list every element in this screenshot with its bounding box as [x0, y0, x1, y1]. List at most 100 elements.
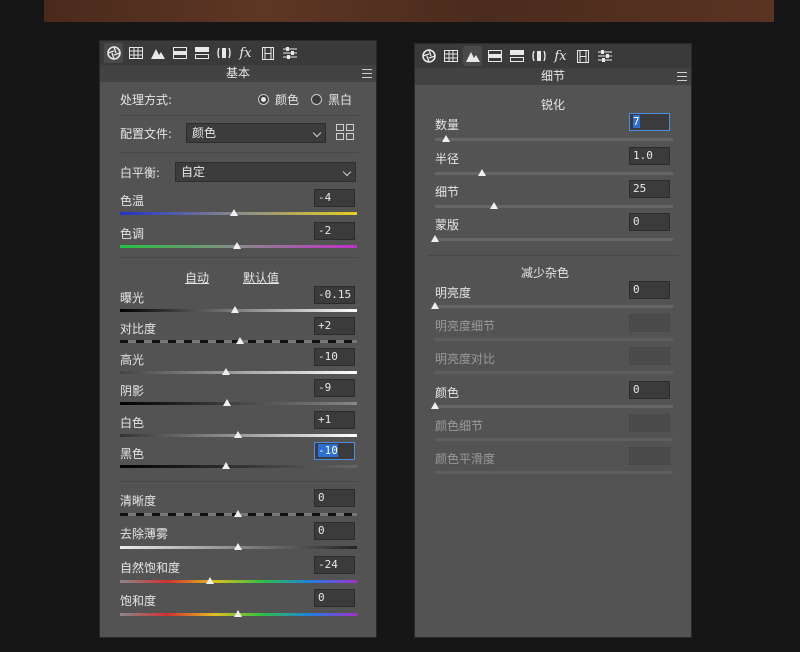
- detail-slider-thumb[interactable]: [490, 202, 498, 209]
- hsl-bars-icon[interactable]: [170, 43, 189, 63]
- whites-input[interactable]: +1: [314, 411, 355, 429]
- amount-input[interactable]: 7: [629, 113, 670, 131]
- detail-input[interactable]: 25: [629, 180, 670, 198]
- presets-sliders-icon[interactable]: [280, 43, 299, 63]
- temp-label: 色温: [120, 194, 145, 208]
- color-detail-slider-track: [435, 438, 673, 441]
- whites-slider-thumb[interactable]: [234, 431, 242, 438]
- treatment-label: 处理方式:: [120, 93, 173, 107]
- auto-link[interactable]: 自动: [185, 269, 209, 286]
- hsl-bars-icon[interactable]: [485, 46, 504, 66]
- masking-slider-thumb[interactable]: [431, 235, 439, 242]
- panel-title-text: 细节: [540, 69, 565, 83]
- color-detail-input: [629, 414, 670, 432]
- color-smoothness-input: [629, 447, 670, 465]
- basic-tab-aperture-icon[interactable]: [419, 46, 438, 66]
- calibration-film-icon[interactable]: [573, 46, 592, 66]
- amount-slider-thumb[interactable]: [442, 135, 450, 142]
- temp-slider-track[interactable]: [120, 212, 357, 215]
- blacks-label: 黑色: [120, 447, 145, 461]
- calibration-film-icon[interactable]: [258, 43, 277, 63]
- highlights-slider-thumb[interactable]: [222, 368, 230, 375]
- detail-slider-track[interactable]: [435, 205, 673, 208]
- divider: [427, 255, 679, 256]
- highlights-input[interactable]: -10: [314, 348, 355, 366]
- profile-select[interactable]: 颜色: [186, 123, 326, 143]
- lens-corrections-icon[interactable]: [529, 46, 548, 66]
- vibrance-input[interactable]: -24: [314, 556, 355, 574]
- contrast-input[interactable]: +2: [314, 317, 355, 335]
- vibrance-slider-thumb[interactable]: [206, 577, 214, 584]
- saturation-input[interactable]: 0: [314, 589, 355, 607]
- exposure-slider-thumb[interactable]: [231, 306, 239, 313]
- blacks-slider-thumb[interactable]: [222, 462, 230, 469]
- temp-input[interactable]: -4: [314, 189, 355, 207]
- highlights-slider-track[interactable]: [120, 371, 357, 374]
- chevron-down-icon: [342, 167, 352, 177]
- default-link[interactable]: 默认值: [243, 269, 279, 286]
- tint-slider-thumb[interactable]: [233, 242, 241, 249]
- blacks-input[interactable]: -10: [314, 442, 355, 460]
- color-smoothness-slider-track: [435, 471, 673, 474]
- vibrance-label: 自然饱和度: [120, 561, 181, 575]
- chevron-down-icon: [312, 128, 322, 138]
- clarity-label: 清晰度: [120, 494, 157, 508]
- tone-curve-grid-icon[interactable]: [126, 43, 145, 63]
- split-toning-icon[interactable]: [192, 43, 211, 63]
- tint-input[interactable]: -2: [314, 222, 355, 240]
- masking-label: 蒙版: [435, 218, 460, 232]
- clarity-slider-thumb[interactable]: [234, 510, 242, 517]
- white-balance-select[interactable]: 自定: [175, 162, 356, 182]
- divider: [118, 115, 358, 116]
- luminance-slider-thumb[interactable]: [431, 302, 439, 309]
- detail-mountain-icon[interactable]: [148, 43, 167, 63]
- treatment-color-label[interactable]: 颜色: [275, 91, 299, 108]
- detail-mountain-icon[interactable]: [463, 46, 482, 66]
- luminance-label: 明亮度: [435, 286, 472, 300]
- presets-sliders-icon[interactable]: [595, 46, 614, 66]
- luminance-contrast-input: [629, 347, 670, 365]
- lens-corrections-icon[interactable]: [214, 43, 233, 63]
- shadows-slider-thumb[interactable]: [223, 399, 231, 406]
- dehaze-slider-thumb[interactable]: [234, 543, 242, 550]
- effects-fx-icon[interactable]: fx: [236, 43, 255, 63]
- divider: [118, 257, 358, 258]
- color-nr-slider-track[interactable]: [435, 405, 673, 408]
- vibrance-slider-track[interactable]: [120, 580, 357, 583]
- panel-menu-icon[interactable]: [362, 69, 372, 78]
- amount-input-value: 7: [633, 115, 640, 128]
- tone-curve-grid-icon[interactable]: [441, 46, 460, 66]
- masking-slider-track[interactable]: [435, 238, 673, 241]
- basic-tab-aperture-icon[interactable]: [104, 43, 123, 63]
- radius-input[interactable]: 1.0: [629, 147, 670, 165]
- exposure-input[interactable]: -0.15: [314, 286, 355, 304]
- luminance-detail-slider-track: [435, 338, 673, 341]
- panel-menu-icon[interactable]: [677, 72, 687, 81]
- contrast-slider-thumb[interactable]: [236, 337, 244, 344]
- temp-slider-thumb[interactable]: [230, 209, 238, 216]
- masking-input[interactable]: 0: [629, 213, 670, 231]
- radius-slider-track[interactable]: [435, 172, 673, 175]
- treatment-color-radio[interactable]: [258, 94, 269, 105]
- radius-slider-thumb[interactable]: [478, 169, 486, 176]
- luminance-slider-track[interactable]: [435, 305, 673, 308]
- detail-panel: fx 细节 锐化 数量 7 半径 1.0 细节 25 蒙版 0 减少杂色 明亮度…: [414, 43, 692, 638]
- treatment-bw-label[interactable]: 黑白: [328, 91, 352, 108]
- luminance-contrast-label: 明亮度对比: [435, 352, 496, 366]
- luminance-input[interactable]: 0: [629, 281, 670, 299]
- color-nr-input[interactable]: 0: [629, 381, 670, 399]
- profile-browser-grid-icon[interactable]: [336, 124, 354, 140]
- split-toning-icon[interactable]: [507, 46, 526, 66]
- tint-label: 色调: [120, 227, 145, 241]
- shadows-slider-track[interactable]: [120, 402, 357, 405]
- color-nr-slider-thumb[interactable]: [431, 402, 439, 409]
- shadows-input[interactable]: -9: [314, 379, 355, 397]
- dehaze-input[interactable]: 0: [314, 522, 355, 540]
- amount-slider-track[interactable]: [435, 138, 673, 141]
- saturation-slider-thumb[interactable]: [234, 610, 242, 617]
- contrast-label: 对比度: [120, 322, 157, 336]
- effects-fx-icon[interactable]: fx: [551, 46, 570, 66]
- treatment-bw-radio[interactable]: [311, 94, 322, 105]
- clarity-input[interactable]: 0: [314, 489, 355, 507]
- blacks-slider-track[interactable]: [120, 465, 357, 468]
